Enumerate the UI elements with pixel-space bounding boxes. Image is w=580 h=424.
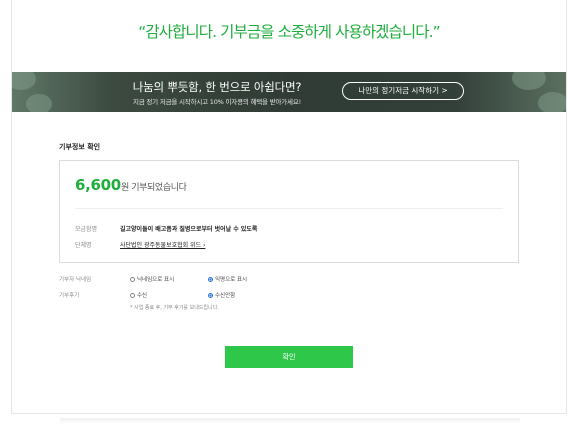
review-receive-radio[interactable]: 수신 bbox=[130, 291, 147, 299]
radio-checked-icon bbox=[208, 276, 213, 282]
banner-title: 나눔의 뿌듯함, 한 번으로 아쉽다면? bbox=[132, 80, 302, 94]
leaf-decoration bbox=[512, 72, 546, 90]
card-divider bbox=[75, 208, 503, 209]
section-title: 기부정보 확인 bbox=[59, 143, 101, 151]
review-note: * 사업 종료 후, 기부 후기를 보내드립니다. bbox=[130, 305, 219, 311]
radio-unchecked-icon bbox=[130, 292, 135, 298]
nickname-anonymous-radio[interactable]: 익명으로 표시 bbox=[208, 275, 247, 283]
nickname-show-radio[interactable]: 닉네임으로 표시 bbox=[130, 275, 174, 283]
leaf-decoration bbox=[538, 92, 566, 112]
review-option-label: 기부후기 bbox=[59, 293, 80, 299]
amount-value: 6,600 bbox=[75, 176, 121, 194]
radio-unchecked-icon bbox=[130, 276, 135, 282]
banner-subtitle: 지금 정기 저금을 시작하시고 10% 이자콩의 혜택을 받아가세요! bbox=[132, 98, 302, 106]
radio-label: 수신 bbox=[137, 293, 148, 299]
leaf-decoration bbox=[12, 72, 36, 90]
radio-checked-icon bbox=[208, 292, 213, 298]
start-savings-button[interactable]: 나만의 정기저금 시작하기 > bbox=[342, 82, 464, 100]
organization-label: 단체명 bbox=[75, 242, 92, 249]
radio-label: 수신안함 bbox=[215, 293, 236, 299]
radio-label: 익명으로 표시 bbox=[215, 277, 248, 283]
campaign-value: 길고양이들이 배고픔과 질병으로부터 벗어날 수 있도록 bbox=[120, 226, 258, 233]
regular-savings-banner[interactable]: 나눔의 뿌듯함, 한 번으로 아쉽다면? 지금 정기 저금을 시작하시고 10%… bbox=[12, 72, 566, 112]
thank-you-message: “감사합니다. 기부금을 소중하게 사용하겠습니다.” bbox=[138, 23, 441, 41]
donation-amount: 6,600원 기부되었습니다 bbox=[75, 175, 187, 194]
donation-info-card: 6,600원 기부되었습니다 모금함명 길고양이들이 배고픔과 질병으로부터 벗… bbox=[59, 160, 519, 263]
organization-link[interactable]: 사단법인 광주동물보호협회 위드 › bbox=[120, 240, 205, 249]
radio-label: 닉네임으로 표시 bbox=[137, 277, 175, 283]
leaf-decoration bbox=[26, 94, 52, 112]
bottom-shadow bbox=[60, 418, 520, 424]
review-decline-radio[interactable]: 수신안함 bbox=[208, 291, 235, 299]
amount-suffix: 원 기부되었습니다 bbox=[120, 183, 187, 193]
confirm-button[interactable]: 확인 bbox=[225, 346, 353, 368]
nickname-option-label: 기부자 닉네임 bbox=[59, 277, 92, 283]
campaign-label: 모금함명 bbox=[75, 226, 98, 233]
